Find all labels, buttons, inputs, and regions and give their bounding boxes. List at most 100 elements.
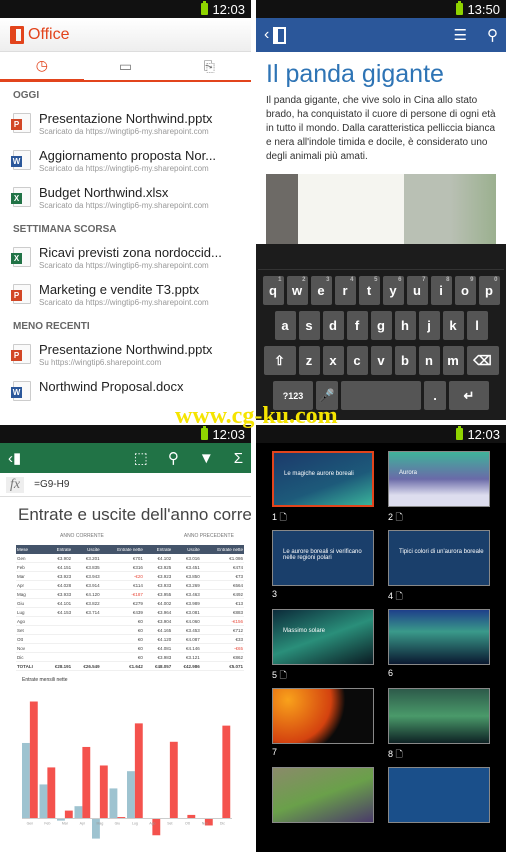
slide-thumbnail[interactable] xyxy=(272,688,374,744)
table-cell[interactable]: €4.028 xyxy=(43,580,73,590)
table-cell[interactable]: €3.943 xyxy=(72,571,101,581)
table-cell[interactable]: Mag xyxy=(16,589,44,599)
key[interactable]: d xyxy=(322,311,344,340)
column-header[interactable]: Entrate nette xyxy=(100,545,144,554)
bar-anno-precedente[interactable] xyxy=(64,810,73,819)
table-cell[interactable]: Gen xyxy=(16,554,44,563)
document-paragraph[interactable]: Il panda gigante, che vive solo in Cina … xyxy=(266,94,496,164)
key[interactable]: i8 xyxy=(430,276,452,305)
table-cell[interactable]: €3.850 xyxy=(172,571,201,581)
column-header[interactable]: Entrate xyxy=(143,545,173,554)
table-cell[interactable]: TOTALI xyxy=(16,661,44,671)
bar-anno-precedente[interactable] xyxy=(134,723,143,819)
table-cell[interactable] xyxy=(43,634,73,644)
table-cell[interactable]: €73 xyxy=(200,571,244,581)
key[interactable]: s xyxy=(298,311,320,340)
table-cell[interactable]: €3.933 xyxy=(143,580,173,590)
table-cell[interactable]: €3.453 xyxy=(172,625,201,635)
file-item[interactable]: W Northwind Proposal.docx xyxy=(0,373,251,407)
sum-icon[interactable]: Σ xyxy=(234,450,243,467)
key[interactable]: c xyxy=(346,346,368,375)
table-cell[interactable]: €4.151 xyxy=(43,562,73,572)
table-cell[interactable]: €701 xyxy=(100,554,144,563)
column-header[interactable]: Entrate xyxy=(43,545,73,554)
key[interactable]: f xyxy=(346,311,368,340)
table-cell[interactable]: €48.057 xyxy=(143,661,173,671)
table-cell[interactable]: €0 xyxy=(100,616,144,626)
table-cell[interactable] xyxy=(43,625,73,635)
table-cell[interactable]: €0 xyxy=(100,652,144,662)
file-item[interactable]: X Ricavi previsti zona nordoccid... Scaric… xyxy=(0,239,251,276)
file-item[interactable]: W Aggiornamento proposta Nor... Scaricato … xyxy=(0,142,251,179)
bar-anno-precedente[interactable] xyxy=(222,725,231,819)
key[interactable]: ⌫ xyxy=(466,346,499,375)
table-cell[interactable]: €3.822 xyxy=(72,598,101,608)
key[interactable] xyxy=(341,381,421,410)
back-icon[interactable]: ‹▮ xyxy=(8,449,21,467)
table-cell[interactable]: €492 xyxy=(200,589,244,599)
table-cell[interactable]: €3.989 xyxy=(172,598,201,608)
key[interactable]: v xyxy=(370,346,392,375)
table-cell[interactable]: €439 xyxy=(100,607,144,617)
slide-thumbnail[interactable] xyxy=(388,767,490,823)
slide-thumbnail[interactable]: Aurora xyxy=(388,451,490,507)
comment-icon[interactable]: ⬚ xyxy=(134,449,148,467)
table-cell[interactable]: €4.101 xyxy=(43,598,73,608)
table-cell[interactable]: €1.642 xyxy=(100,661,144,671)
table-cell[interactable]: -€65 xyxy=(200,643,244,653)
table-cell[interactable]: €3.016 xyxy=(172,554,201,563)
key[interactable]: m xyxy=(442,346,464,375)
file-item[interactable]: P Presentazione Northwind.pptx Scaricato d… xyxy=(0,105,251,142)
key[interactable]: j xyxy=(418,311,440,340)
key[interactable]: x xyxy=(322,346,344,375)
table-cell[interactable]: €3.902 xyxy=(43,554,73,563)
slide-item[interactable]: 8 🗋 xyxy=(388,688,490,761)
slide-thumbnail[interactable]: Massimo solare xyxy=(272,609,374,665)
table-cell[interactable]: €4.081 xyxy=(143,643,173,653)
table-cell[interactable]: €3.933 xyxy=(43,589,73,599)
table-cell[interactable]: Ago xyxy=(16,616,44,626)
slide-thumbnail[interactable]: Le magiche aurore boreali xyxy=(272,451,374,507)
filter-icon[interactable]: ▼ xyxy=(199,450,214,467)
table-cell[interactable]: €3.923 xyxy=(43,571,73,581)
file-item[interactable]: P Presentazione Northwind.pptx Su https://… xyxy=(0,336,251,373)
table-cell[interactable]: €3.835 xyxy=(72,562,101,572)
table-cell[interactable]: €3.904 xyxy=(143,616,173,626)
table-cell[interactable] xyxy=(43,643,73,653)
table-cell[interactable]: Lug xyxy=(16,607,44,617)
key[interactable]: o9 xyxy=(454,276,476,305)
column-header[interactable]: Uscite xyxy=(172,545,201,554)
table-cell[interactable]: €862 xyxy=(200,652,244,662)
table-cell[interactable]: Ott xyxy=(16,634,44,644)
table-cell[interactable]: €114 xyxy=(100,580,144,590)
table-cell[interactable]: €0 xyxy=(100,634,144,644)
bar-anno-corrente[interactable] xyxy=(22,742,30,819)
table-cell[interactable]: €3.081 xyxy=(172,607,201,617)
table-row[interactable]: Dic €0 €3.983 €3.121 €862 xyxy=(16,652,244,662)
slide-item[interactable] xyxy=(272,767,374,840)
table-cell[interactable]: €4.146 xyxy=(172,643,201,653)
table-cell[interactable]: €3.714 xyxy=(72,607,101,617)
table-cell[interactable]: Mar xyxy=(16,571,44,581)
key[interactable]: ↵ xyxy=(449,381,489,410)
key[interactable]: ⇧ xyxy=(263,346,296,375)
key[interactable]: h xyxy=(394,311,416,340)
key[interactable]: l xyxy=(466,311,488,340)
table-cell[interactable]: €28.191 xyxy=(43,661,73,671)
table-cell[interactable]: €1.086 xyxy=(200,554,244,563)
table-cell[interactable]: €3.269 xyxy=(172,580,201,590)
outline-icon[interactable]: ☰ xyxy=(454,26,467,44)
table-cell[interactable] xyxy=(43,652,73,662)
table-cell[interactable]: €13 xyxy=(200,598,244,608)
formula-input[interactable]: =G9-H9 xyxy=(34,479,69,490)
tab-recent[interactable]: ◷ xyxy=(0,52,84,82)
tab-open[interactable]: ▭ xyxy=(84,52,168,80)
search-icon[interactable]: ⚲ xyxy=(487,26,498,44)
bar-anno-corrente[interactable] xyxy=(109,788,118,819)
table-cell[interactable]: €712 xyxy=(200,625,244,635)
key[interactable]: k xyxy=(442,311,464,340)
key[interactable]: a xyxy=(274,311,296,340)
table-cell[interactable]: €664 xyxy=(200,580,244,590)
table-cell[interactable]: €3.914 xyxy=(72,580,101,590)
slide-thumbnail[interactable] xyxy=(272,767,374,823)
